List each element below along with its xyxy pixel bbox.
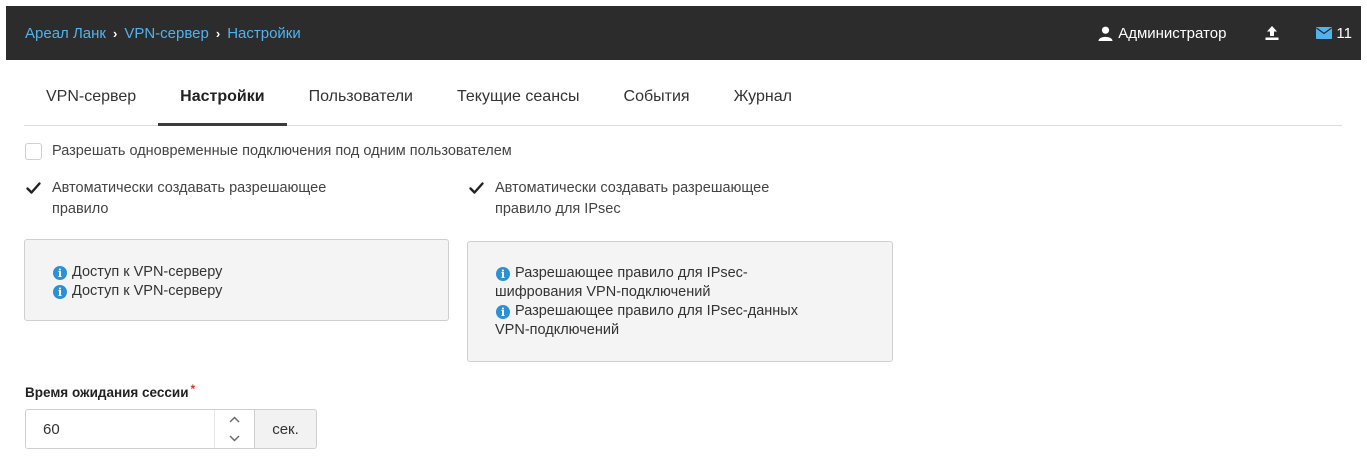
auto-rule-label: Автоматически создавать разрешающее прав… xyxy=(52,178,326,220)
ipsec-rule-line2: шифрования VPN-подключений xyxy=(495,284,711,300)
simultaneous-connections-label: Разрешать одновременные подключения под … xyxy=(52,143,512,159)
auto-rule-option[interactable]: Автоматически создавать разрешающее прав… xyxy=(25,178,326,220)
session-timeout-label: Время ожидания сессии * xyxy=(25,382,196,400)
user-menu[interactable]: Администратор xyxy=(1098,25,1226,42)
messages-button[interactable]: 11 xyxy=(1316,25,1352,42)
ipsec-rule-line1: Разрешающее правило для IPsec- xyxy=(515,265,748,281)
session-timeout-label-text: Время ожидания сессии xyxy=(25,385,189,400)
auto-rule-ipsec-label-line2: правило для IPsec xyxy=(495,201,621,217)
ipsec-rule-info-box: i Разрешающее правило для IPsec- шифрова… xyxy=(467,241,893,362)
auto-rule-label-line2: правило xyxy=(52,201,109,217)
breadcrumb-item-home[interactable]: Ареал Ланк xyxy=(25,25,106,42)
breadcrumb-item-vpn-server[interactable]: VPN-сервер xyxy=(124,25,209,42)
rule-link[interactable]: Доступ к VPN-серверу xyxy=(72,263,222,282)
user-icon xyxy=(1098,26,1113,41)
breadcrumb-separator: › xyxy=(112,25,118,41)
upload-icon xyxy=(1265,26,1279,40)
rule-item: i Доступ к VPN-серверу xyxy=(53,263,448,282)
simultaneous-connections-option[interactable]: Разрешать одновременные подключения под … xyxy=(25,141,512,162)
info-circle-icon: i xyxy=(496,267,510,281)
ipsec-rule-item[interactable]: i Разрешающее правило для IPsec- шифрова… xyxy=(495,264,892,302)
stepper-buttons xyxy=(214,410,254,448)
unit-label: сек. xyxy=(254,410,316,448)
envelope-icon xyxy=(1316,27,1333,39)
tab-bar: VPN-сервер Настройки Пользователи Текущи… xyxy=(24,78,1342,126)
session-timeout-input[interactable] xyxy=(26,410,214,448)
auto-rule-info-box: i Доступ к VPN-серверу i Доступ к VPN-се… xyxy=(24,239,449,321)
tab-settings[interactable]: Настройки xyxy=(158,78,287,126)
info-circle-icon: i xyxy=(53,266,67,280)
auto-rule-checkbox[interactable] xyxy=(25,180,42,197)
info-circle-icon: i xyxy=(53,285,67,299)
tab-users[interactable]: Пользователи xyxy=(287,78,435,125)
rule-item: i Доступ к VPN-серверу xyxy=(53,282,448,301)
session-timeout-stepper: сек. xyxy=(25,409,317,449)
breadcrumb: Ареал Ланк › VPN-сервер › Настройки xyxy=(25,25,301,42)
rule-link[interactable]: Доступ к VPN-серверу xyxy=(72,282,222,301)
checkmark-icon xyxy=(26,182,41,194)
ipsec-rule-item[interactable]: i Разрешающее правило для IPsec-данных V… xyxy=(495,302,892,340)
auto-rule-ipsec-label-line1: Автоматически создавать разрешающее xyxy=(495,180,770,196)
auto-rule-ipsec-checkbox[interactable] xyxy=(468,180,485,197)
tab-events[interactable]: События xyxy=(602,78,712,125)
required-marker: * xyxy=(190,382,196,396)
auto-rule-ipsec-option[interactable]: Автоматически создавать разрешающее прав… xyxy=(468,178,769,220)
tab-vpn-server[interactable]: VPN-сервер xyxy=(24,78,158,125)
tab-current-sessions[interactable]: Текущие сеансы xyxy=(435,78,602,125)
increment-button[interactable] xyxy=(215,410,254,429)
auto-rule-label-line1: Автоматически создавать разрешающее xyxy=(52,180,327,196)
user-name: Администратор xyxy=(1118,24,1227,42)
tab-journal[interactable]: Журнал xyxy=(712,78,814,125)
breadcrumb-separator: › xyxy=(215,25,221,41)
messages-count: 11 xyxy=(1336,24,1352,42)
ipsec-rule-line2: VPN-подключений xyxy=(495,322,620,338)
chevron-up-icon xyxy=(229,416,240,423)
top-bar: Ареал Ланк › VPN-сервер › Настройки Адми… xyxy=(6,6,1361,60)
info-circle-icon: i xyxy=(496,305,510,319)
decrement-button[interactable] xyxy=(215,429,254,448)
auto-rule-ipsec-label: Автоматически создавать разрешающее прав… xyxy=(495,178,769,220)
breadcrumb-item-settings[interactable]: Настройки xyxy=(227,25,301,42)
upload-button[interactable] xyxy=(1264,25,1280,41)
topbar-actions: Администратор 11 xyxy=(1098,25,1361,42)
chevron-down-icon xyxy=(229,435,240,442)
ipsec-rule-line1: Разрешающее правило для IPsec-данных xyxy=(515,303,798,319)
simultaneous-connections-checkbox[interactable] xyxy=(25,143,42,160)
checkmark-icon xyxy=(469,182,484,194)
